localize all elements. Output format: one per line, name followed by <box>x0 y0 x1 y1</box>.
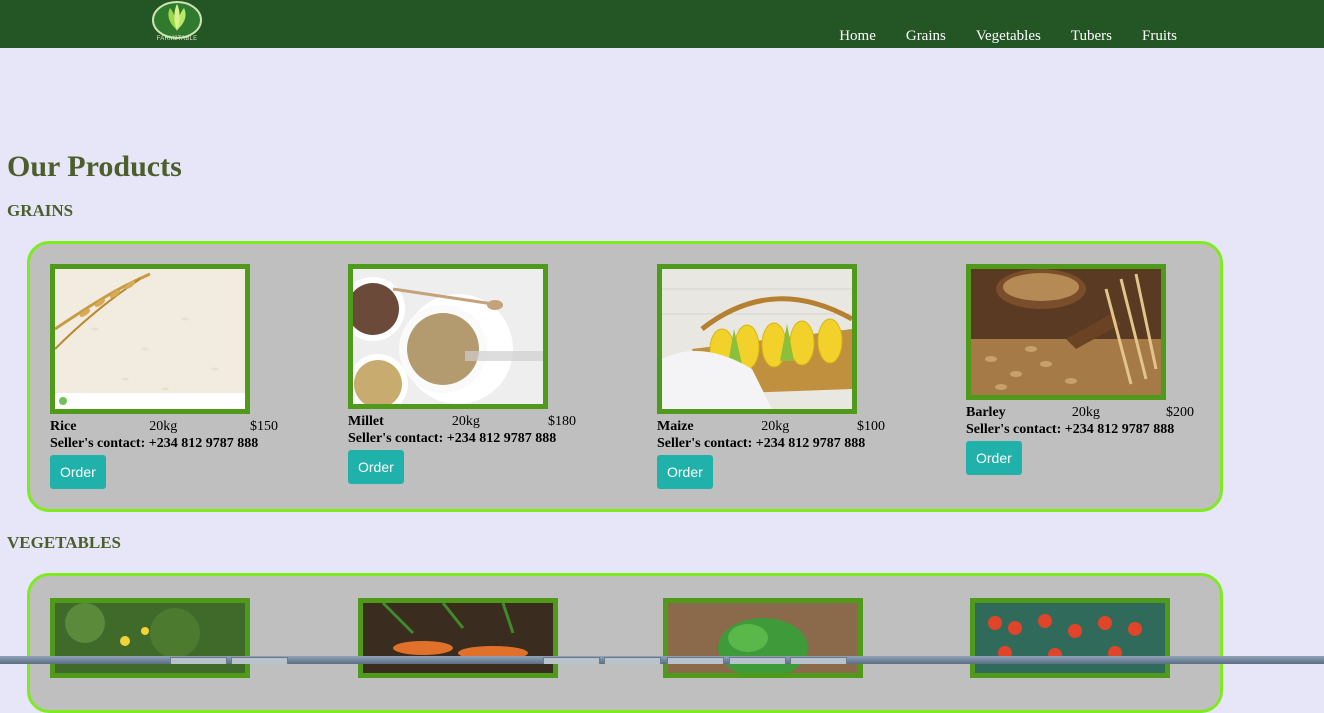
barley-image <box>971 269 1161 395</box>
rice-image <box>55 269 245 409</box>
product-info-maize: Maize 20kg $100 <box>657 418 885 435</box>
product-card-millet: Millet 20kg $180 Seller's contact: +234 … <box>348 264 576 484</box>
product-name: Rice <box>50 419 77 434</box>
product-card-rice: Rice 20kg $150 Seller's contact: +234 81… <box>50 264 278 489</box>
taskbar-button[interactable] <box>790 657 847 664</box>
farm2table-logo[interactable]: FARM2TABLE <box>150 0 204 47</box>
top-nav-bar: FARM2TABLE Home Grains Vegetables Tubers… <box>0 0 1324 48</box>
product-name: Millet <box>348 414 384 429</box>
nav-grains[interactable]: Grains <box>906 28 946 45</box>
product-card-barley: Barley 20kg $200 Seller's contact: +234 … <box>966 264 1194 475</box>
product-weight: 20kg <box>761 419 790 434</box>
millet-image <box>353 269 543 404</box>
product-card-vegetable-3 <box>663 598 863 678</box>
product-info-rice: Rice 20kg $150 <box>50 418 278 435</box>
seller-contact: Seller's contact: +234 812 9787 888 <box>966 422 1175 437</box>
product-price: $200 <box>1166 405 1194 420</box>
section-title-vegetables: VEGETABLES <box>7 533 122 552</box>
product-card-vegetable-1 <box>50 598 250 678</box>
product-weight: 20kg <box>149 419 178 434</box>
product-price: $180 <box>547 414 576 429</box>
product-image-barley <box>966 264 1166 400</box>
taskbar-button[interactable] <box>170 657 227 664</box>
nav-home[interactable]: Home <box>839 28 876 45</box>
order-button-rice[interactable]: Order <box>50 455 106 489</box>
grains-panel: Rice 20kg $150 Seller's contact: +234 81… <box>27 241 1223 512</box>
os-taskbar <box>0 656 1324 664</box>
taskbar-button[interactable] <box>667 657 724 664</box>
section-title-grains: GRAINS <box>7 201 74 220</box>
page-title: Our Products <box>7 150 182 183</box>
product-weight: 20kg <box>451 414 480 429</box>
product-image-vegetable-1 <box>50 598 250 678</box>
product-card-maize: Maize 20kg $100 Seller's contact: +234 8… <box>657 264 885 489</box>
logo-text: FARM2TABLE <box>156 36 198 42</box>
product-name: Barley <box>966 405 1006 420</box>
taskbar-button[interactable] <box>604 657 661 664</box>
nav-vegetables[interactable]: Vegetables <box>976 28 1041 45</box>
nav-fruits[interactable]: Fruits <box>1142 28 1177 45</box>
seller-contact: Seller's contact: +234 812 9787 888 <box>348 431 557 446</box>
nav-tubers[interactable]: Tubers <box>1071 28 1112 45</box>
product-info-barley: Barley 20kg $200 <box>966 404 1194 421</box>
product-image-rice <box>50 264 250 414</box>
product-card-vegetable-2 <box>358 598 558 678</box>
product-image-vegetable-3 <box>663 598 863 678</box>
leaf-logo-icon <box>152 1 202 39</box>
product-price: $150 <box>250 419 278 434</box>
main-nav: Home Grains Vegetables Tubers Fruits <box>809 28 1177 45</box>
product-name: Maize <box>657 419 694 434</box>
product-weight: 20kg <box>1071 405 1100 420</box>
order-button-barley[interactable]: Order <box>966 441 1022 475</box>
product-image-maize <box>657 264 857 414</box>
maize-image <box>662 269 852 409</box>
product-image-vegetable-4 <box>970 598 1170 678</box>
vegetables-panel <box>27 573 1223 713</box>
taskbar-button[interactable] <box>543 657 600 664</box>
product-price: $100 <box>857 419 885 434</box>
product-image-millet <box>348 264 548 409</box>
order-button-maize[interactable]: Order <box>657 455 713 489</box>
product-card-vegetable-4 <box>970 598 1170 678</box>
taskbar-button[interactable] <box>729 657 786 664</box>
order-button-millet[interactable]: Order <box>348 450 404 484</box>
product-info-millet: Millet 20kg $180 <box>348 413 576 430</box>
seller-contact: Seller's contact: +234 812 9787 888 <box>657 436 866 451</box>
taskbar-button[interactable] <box>231 657 288 664</box>
seller-contact: Seller's contact: +234 812 9787 888 <box>50 436 259 451</box>
product-image-vegetable-2 <box>358 598 558 678</box>
